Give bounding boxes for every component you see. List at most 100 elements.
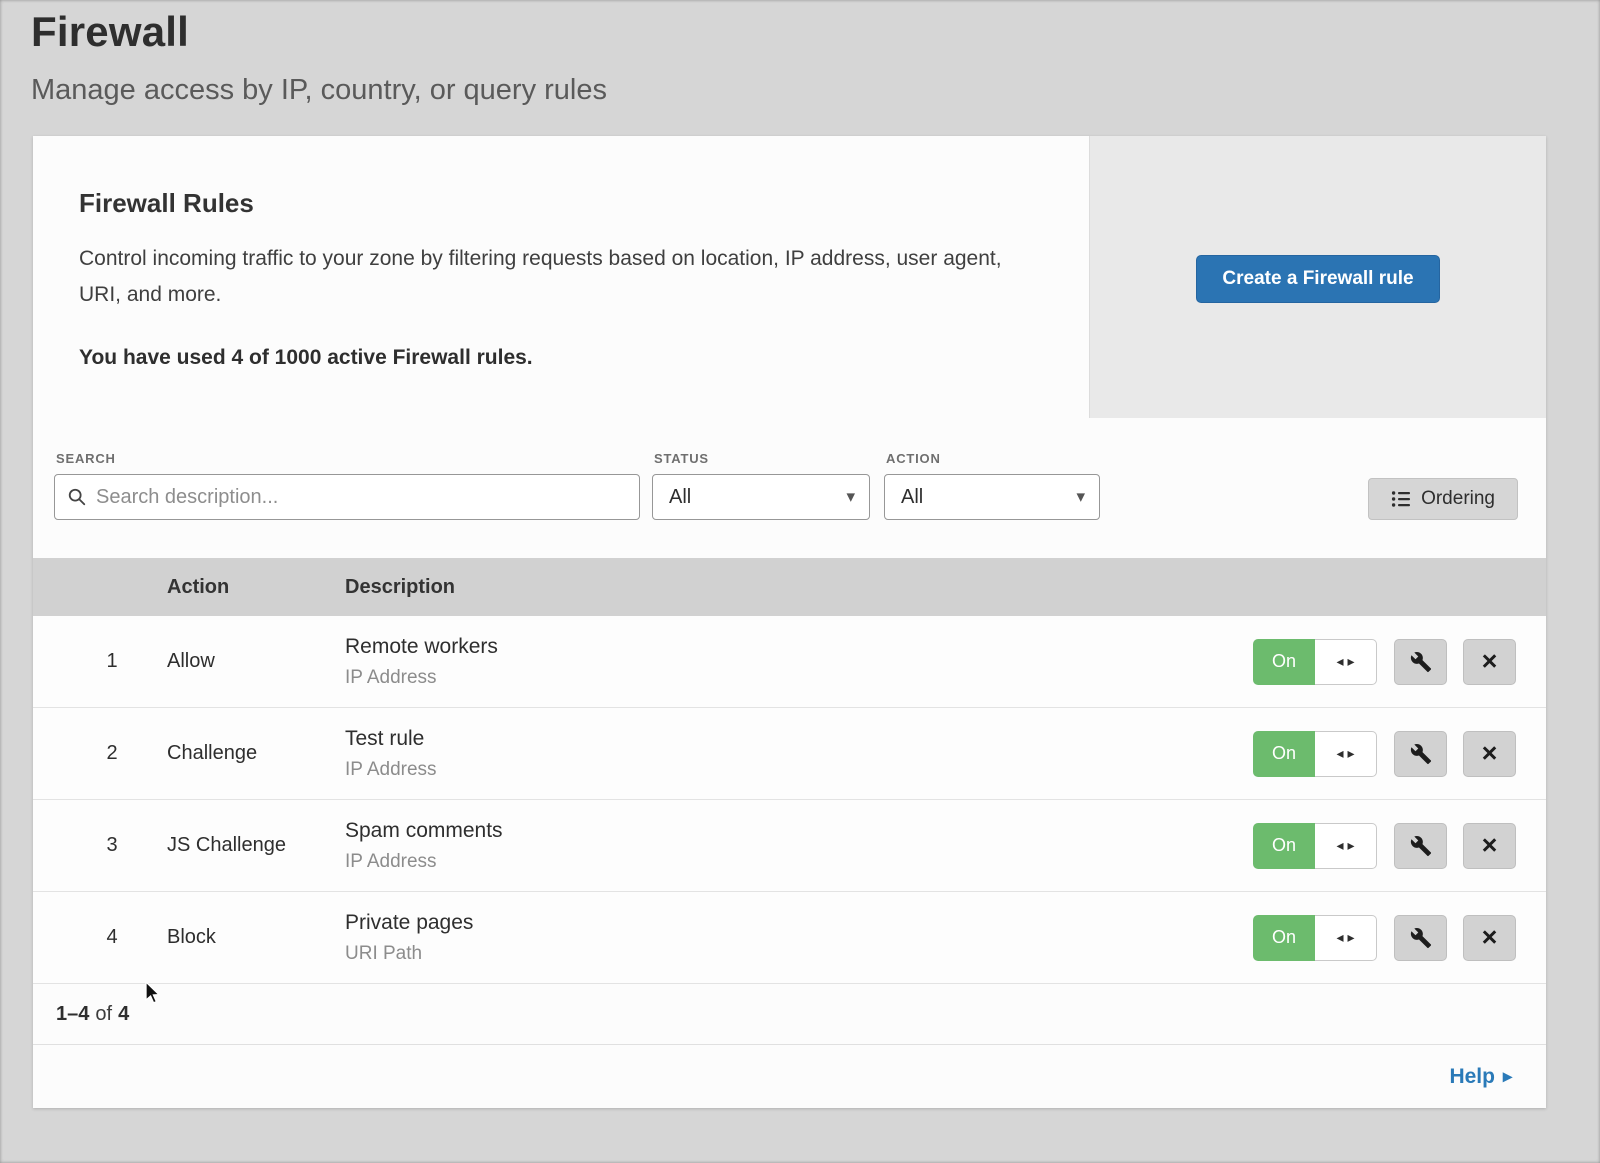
search-input[interactable] — [96, 486, 627, 509]
rule-description: Private pages — [345, 911, 1253, 935]
help-label: Help — [1449, 1065, 1495, 1089]
rule-priority: 2 — [33, 742, 167, 765]
wrench-icon — [1410, 927, 1432, 949]
toggle-on-label[interactable]: On — [1253, 915, 1315, 961]
page-subtitle: Manage access by IP, country, or query r… — [31, 74, 1600, 107]
search-icon — [67, 487, 87, 507]
rule-description: Remote workers — [345, 635, 1253, 659]
edit-rule-button[interactable] — [1394, 639, 1447, 685]
page-title: Firewall — [31, 8, 1600, 56]
action-select[interactable]: All ▾ — [884, 474, 1100, 520]
toggle-on-label[interactable]: On — [1253, 731, 1315, 777]
rule-enabled-toggle[interactable]: On ◂ ▸ — [1253, 731, 1377, 777]
pagination: 1–4 of 4 — [33, 984, 1546, 1044]
card-aside: Create a Firewall rule — [1089, 136, 1546, 418]
chevron-down-icon: ▾ — [1076, 487, 1085, 507]
help-row: Help ▸ — [33, 1044, 1546, 1108]
toggle-on-label[interactable]: On — [1253, 823, 1315, 869]
table-row: 2 Challenge Test rule IP Address On ◂ ▸ … — [33, 708, 1546, 800]
action-label: ACTION — [886, 451, 1100, 466]
rule-controls: On ◂ ▸ × — [1253, 915, 1546, 961]
create-firewall-rule-button[interactable]: Create a Firewall rule — [1196, 255, 1439, 303]
table-header: Action Description — [33, 558, 1546, 616]
delete-rule-button[interactable]: × — [1463, 639, 1516, 685]
search-group: SEARCH — [54, 451, 640, 520]
close-icon: × — [1482, 924, 1498, 951]
help-arrow-icon: ▸ — [1503, 1066, 1512, 1087]
search-box[interactable] — [54, 474, 640, 520]
wrench-icon — [1410, 743, 1432, 765]
description-column-header: Description — [345, 576, 1546, 599]
toggle-on-label[interactable]: On — [1253, 639, 1315, 685]
close-icon: × — [1482, 832, 1498, 859]
action-group: ACTION All ▾ — [884, 451, 1100, 520]
rule-action: JS Challenge — [167, 834, 345, 857]
rule-controls: On ◂ ▸ × — [1253, 639, 1546, 685]
search-label: SEARCH — [56, 451, 640, 466]
section-heading: Firewall Rules — [79, 188, 1029, 219]
toggle-drag-handle[interactable]: ◂ ▸ — [1315, 823, 1377, 869]
rule-priority: 4 — [33, 926, 167, 949]
rule-enabled-toggle[interactable]: On ◂ ▸ — [1253, 823, 1377, 869]
status-value: All — [669, 486, 691, 509]
card-top: Firewall Rules Control incoming traffic … — [33, 136, 1546, 418]
pagination-total: 4 — [118, 1003, 129, 1026]
ordering-list-icon — [1391, 489, 1411, 509]
delete-rule-button[interactable]: × — [1463, 731, 1516, 777]
edit-rule-button[interactable] — [1394, 731, 1447, 777]
edit-rule-button[interactable] — [1394, 823, 1447, 869]
firewall-rules-card: Firewall Rules Control incoming traffic … — [33, 136, 1546, 1108]
rule-priority: 1 — [33, 650, 167, 673]
rule-description-cell: Private pages URI Path — [345, 911, 1253, 965]
rule-controls: On ◂ ▸ × — [1253, 731, 1546, 777]
arrow-right-icon: ▸ — [1348, 837, 1355, 854]
rule-description-cell: Remote workers IP Address — [345, 635, 1253, 689]
rule-match-type: IP Address — [345, 667, 1253, 689]
arrow-left-icon: ◂ — [1336, 653, 1343, 670]
arrow-left-icon: ◂ — [1336, 837, 1343, 854]
page-header: Firewall Manage access by IP, country, o… — [0, 0, 1600, 107]
rule-action: Allow — [167, 650, 345, 673]
toggle-drag-handle[interactable]: ◂ ▸ — [1315, 915, 1377, 961]
help-link[interactable]: Help ▸ — [1449, 1065, 1512, 1089]
toggle-drag-handle[interactable]: ◂ ▸ — [1315, 639, 1377, 685]
usage-summary: You have used 4 of 1000 active Firewall … — [79, 346, 1029, 370]
table-row: 3 JS Challenge Spam comments IP Address … — [33, 800, 1546, 892]
arrow-left-icon: ◂ — [1336, 929, 1343, 946]
close-icon: × — [1482, 648, 1498, 675]
arrow-right-icon: ▸ — [1348, 929, 1355, 946]
ordering-button[interactable]: Ordering — [1368, 478, 1518, 520]
rule-priority: 3 — [33, 834, 167, 857]
ordering-label: Ordering — [1421, 488, 1495, 510]
rule-controls: On ◂ ▸ × — [1253, 823, 1546, 869]
status-group: STATUS All ▾ — [652, 451, 870, 520]
rule-match-type: IP Address — [345, 759, 1253, 781]
table-row: 4 Block Private pages URI Path On ◂ ▸ × — [33, 892, 1546, 984]
wrench-icon — [1410, 835, 1432, 857]
arrow-right-icon: ▸ — [1348, 745, 1355, 762]
wrench-icon — [1410, 651, 1432, 673]
edit-rule-button[interactable] — [1394, 915, 1447, 961]
rule-description: Test rule — [345, 727, 1253, 751]
toggle-drag-handle[interactable]: ◂ ▸ — [1315, 731, 1377, 777]
rule-enabled-toggle[interactable]: On ◂ ▸ — [1253, 639, 1377, 685]
action-column-header: Action — [167, 576, 345, 599]
rule-action: Block — [167, 926, 345, 949]
rule-match-type: IP Address — [345, 851, 1253, 873]
status-select[interactable]: All ▾ — [652, 474, 870, 520]
table-row: 1 Allow Remote workers IP Address On ◂ ▸… — [33, 616, 1546, 708]
rule-description-cell: Spam comments IP Address — [345, 819, 1253, 873]
filters-bar: SEARCH STATUS All ▾ ACTION All ▾ — [33, 418, 1546, 558]
rule-description-cell: Test rule IP Address — [345, 727, 1253, 781]
delete-rule-button[interactable]: × — [1463, 823, 1516, 869]
action-value: All — [901, 486, 923, 509]
arrow-left-icon: ◂ — [1336, 745, 1343, 762]
rule-enabled-toggle[interactable]: On ◂ ▸ — [1253, 915, 1377, 961]
close-icon: × — [1482, 740, 1498, 767]
rule-match-type: URI Path — [345, 943, 1253, 965]
rule-action: Challenge — [167, 742, 345, 765]
chevron-down-icon: ▾ — [846, 487, 855, 507]
card-intro: Firewall Rules Control incoming traffic … — [33, 136, 1089, 418]
delete-rule-button[interactable]: × — [1463, 915, 1516, 961]
section-description: Control incoming traffic to your zone by… — [79, 241, 1024, 312]
